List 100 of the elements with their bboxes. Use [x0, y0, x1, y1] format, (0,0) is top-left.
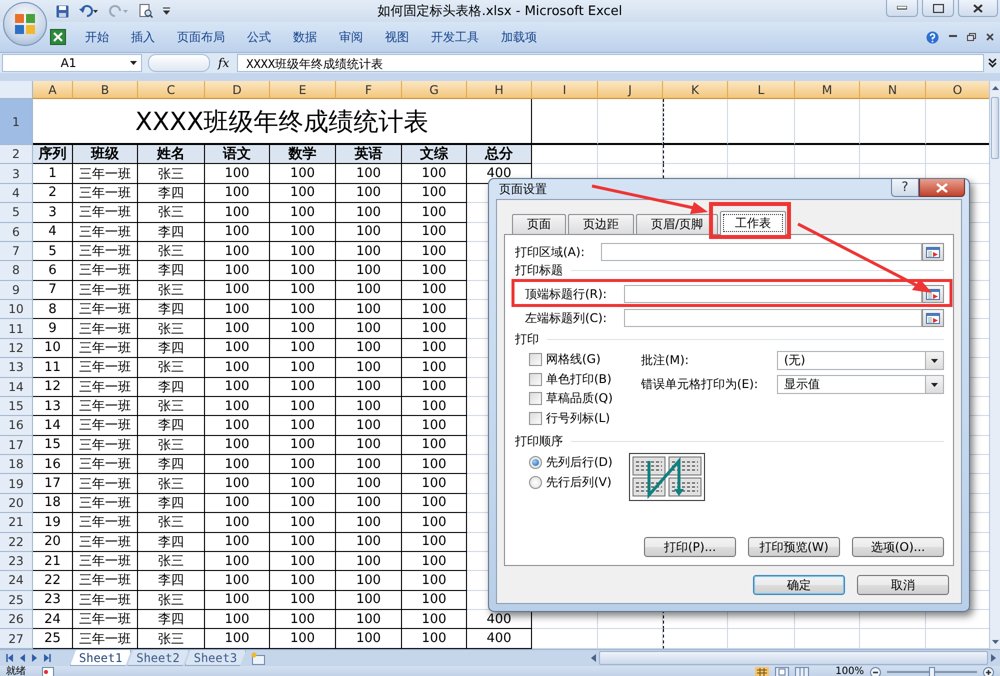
row-header[interactable]: 6	[0, 222, 33, 242]
row-header[interactable]: 21	[0, 513, 33, 532]
ribbon-tab[interactable]: 插入	[120, 26, 166, 48]
input-field[interactable]	[601, 243, 922, 261]
row-header[interactable]: 9	[0, 280, 33, 300]
radio-label[interactable]: 先行后列(V)	[546, 474, 612, 491]
close-button[interactable]	[958, 0, 998, 17]
row-header[interactable]: 16	[0, 416, 33, 436]
close-icon[interactable]	[986, 33, 994, 41]
ribbon-tab[interactable]: 页面布局	[166, 26, 236, 48]
undo-icon[interactable]	[79, 5, 99, 17]
last-sheet-icon[interactable]	[44, 654, 51, 662]
row-header[interactable]: 17	[0, 436, 33, 455]
column-header[interactable]: G	[402, 81, 467, 99]
checkbox-label[interactable]: 单色打印(B)	[546, 370, 612, 388]
minimize-icon[interactable]	[949, 35, 957, 39]
radio-button[interactable]	[529, 476, 542, 489]
column-header[interactable]: K	[663, 81, 728, 99]
ribbon-tab[interactable]: 开发工具	[420, 26, 490, 48]
row-header[interactable]: 7	[0, 242, 33, 262]
row-header[interactable]: 5	[0, 203, 33, 222]
scroll-up-icon[interactable]	[992, 86, 998, 90]
checkbox-label[interactable]: 网格线(G)	[546, 351, 601, 368]
ribbon-tab[interactable]: 审阅	[328, 26, 374, 48]
print-preview-icon[interactable]	[139, 4, 153, 18]
row-header[interactable]: 19	[0, 474, 33, 494]
radio-button[interactable]	[529, 456, 542, 470]
row-header[interactable]: 25	[0, 590, 33, 610]
row-header[interactable]: 18	[0, 455, 33, 474]
column-header[interactable]: I	[532, 81, 598, 99]
dialog-tab[interactable]: 工作表	[720, 211, 786, 235]
checkbox[interactable]	[529, 412, 542, 425]
collapse-dialog-button[interactable]	[922, 243, 944, 261]
insert-function-button[interactable]: fx	[218, 56, 230, 70]
name-box[interactable]: A1	[2, 54, 142, 72]
first-sheet-icon[interactable]	[6, 654, 13, 662]
help-icon[interactable]	[926, 30, 939, 44]
insert-sheet-icon[interactable]	[250, 652, 266, 664]
column-header[interactable]: A	[33, 81, 73, 99]
column-header[interactable]: H	[467, 81, 532, 99]
checkbox-label[interactable]: 草稿品质(Q)	[546, 390, 613, 408]
row-header[interactable]: 22	[0, 532, 33, 552]
scroll-left-icon[interactable]	[591, 654, 596, 662]
page-layout-view-icon[interactable]	[775, 667, 790, 676]
dialog-tab[interactable]: 页边距	[568, 214, 634, 234]
record-macro-icon[interactable]	[42, 667, 54, 676]
sheet-tab[interactable]: Sheet2	[127, 650, 189, 666]
row-header[interactable]: 27	[0, 629, 33, 649]
dropdown[interactable]: (无)	[777, 351, 944, 370]
row-header[interactable]: 8	[0, 261, 33, 281]
sheet-tab[interactable]: Sheet3	[184, 650, 246, 666]
row-header[interactable]: 1	[0, 99, 33, 145]
slider-thumb[interactable]	[929, 667, 935, 676]
row-header[interactable]: 11	[0, 319, 33, 339]
checkbox[interactable]	[529, 372, 542, 386]
dialog-tab[interactable]: 页眉/页脚	[636, 214, 718, 234]
dialog-button[interactable]: 打印(P)...	[644, 537, 736, 557]
ok-button[interactable]: 确定	[753, 575, 845, 595]
maximize-button[interactable]	[922, 0, 954, 17]
row-header[interactable]: 12	[0, 338, 33, 358]
checkbox-label[interactable]: 行号列标(L)	[546, 410, 610, 427]
row-header[interactable]: 14	[0, 378, 33, 397]
scrollbar-thumb[interactable]	[991, 97, 999, 159]
row-header[interactable]: 23	[0, 552, 33, 572]
expand-icon[interactable]	[988, 58, 996, 68]
zoom-out-icon[interactable]	[870, 666, 881, 676]
column-header[interactable]: B	[73, 81, 138, 99]
zoom-in-icon[interactable]	[983, 666, 994, 676]
scroll-right-icon[interactable]	[991, 654, 996, 662]
ribbon-tab[interactable]: 加载项	[490, 26, 548, 48]
row-header[interactable]: 20	[0, 494, 33, 514]
ribbon-tab[interactable]: 数据	[282, 26, 328, 48]
row-header[interactable]: 13	[0, 358, 33, 378]
row-header[interactable]: 10	[0, 300, 33, 320]
column-header[interactable]: F	[336, 81, 402, 99]
normal-view-icon[interactable]	[755, 667, 770, 676]
restore-icon[interactable]	[967, 33, 976, 41]
help-button[interactable]: ?	[891, 179, 919, 197]
customize-toolbar-icon[interactable]	[163, 7, 170, 15]
column-header[interactable]: N	[860, 81, 926, 99]
input-field[interactable]	[624, 285, 922, 303]
row-header[interactable]: 4	[0, 184, 33, 204]
scroll-down-icon[interactable]	[992, 640, 998, 644]
save-icon[interactable]	[56, 4, 69, 18]
row-header[interactable]: 3	[0, 164, 33, 184]
radio-label[interactable]: 先列后行(D)	[546, 454, 613, 472]
page-break-view-icon[interactable]	[795, 667, 810, 676]
checkbox[interactable]	[529, 392, 542, 406]
sheet-tab[interactable]: Sheet1	[70, 650, 132, 666]
column-header[interactable]: J	[598, 81, 663, 99]
next-sheet-icon[interactable]	[32, 654, 37, 662]
column-header[interactable]: L	[728, 81, 795, 99]
cancel-button[interactable]: 取消	[857, 575, 949, 595]
column-header[interactable]: D	[205, 81, 270, 99]
row-header[interactable]: 26	[0, 610, 33, 630]
row-header[interactable]: 15	[0, 396, 33, 416]
column-header[interactable]: C	[138, 81, 205, 99]
previous-sheet-icon[interactable]	[20, 654, 25, 662]
zoom-level[interactable]: 100%	[835, 666, 864, 676]
column-header[interactable]: O	[926, 81, 990, 99]
